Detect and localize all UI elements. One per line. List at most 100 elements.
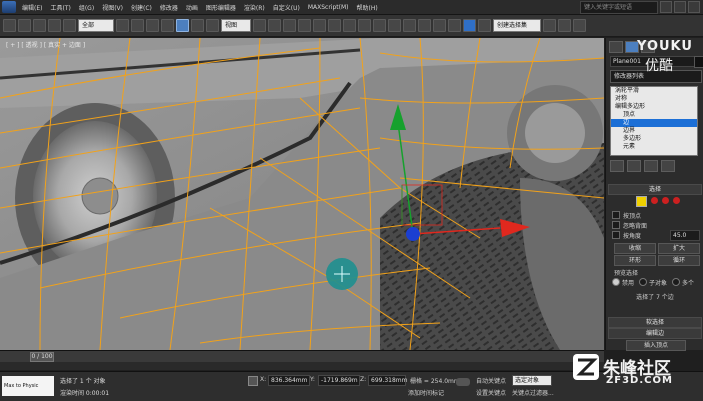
menu-create[interactable]: 创建(C) xyxy=(131,3,152,12)
stack-item[interactable]: 边界 xyxy=(611,127,697,135)
bind-spacewarp-icon[interactable] xyxy=(63,19,76,32)
selection-rollout-title[interactable]: 选择 xyxy=(608,184,702,195)
grow-button[interactable]: 扩大 xyxy=(658,243,700,254)
border-level-icon[interactable] xyxy=(662,197,669,204)
polygon-level-icon[interactable] xyxy=(673,197,680,204)
select-move-icon[interactable] xyxy=(176,19,189,32)
menu-tools[interactable]: 工具(T) xyxy=(50,3,70,12)
angle-field[interactable]: 45.0 xyxy=(670,229,700,241)
preview-multi-radio[interactable] xyxy=(672,278,681,286)
schematic-view-icon[interactable] xyxy=(448,19,461,32)
loop-button[interactable]: 循环 xyxy=(658,255,700,266)
preview-subobj-radio[interactable] xyxy=(639,278,648,286)
auto-key-button[interactable]: 自动关键点 xyxy=(476,376,506,385)
ignore-backfacing-row[interactable]: 忽略背面 xyxy=(612,220,647,230)
y-coordinate-field[interactable]: -1719.869m xyxy=(318,375,360,386)
undo-icon[interactable] xyxy=(3,19,16,32)
shrink-button[interactable]: 收缩 xyxy=(614,243,656,254)
snap-toggle-icon[interactable] xyxy=(298,19,311,32)
by-angle-row[interactable]: 按角度 45.0 xyxy=(612,229,700,241)
menu-group[interactable]: 组(G) xyxy=(79,3,94,12)
show-end-result-icon[interactable] xyxy=(627,160,641,172)
make-unique-icon[interactable] xyxy=(644,160,658,172)
stack-item[interactable]: 对称 xyxy=(611,95,697,103)
stack-item[interactable]: 编辑多边形 xyxy=(611,103,697,111)
time-slider[interactable]: 0 / 100 xyxy=(0,350,604,362)
render-production-icon[interactable] xyxy=(558,19,571,32)
modifier-stack[interactable]: 涡轮平滑 对称 编辑多边形 顶点 边 边界 多边形 元素 xyxy=(610,86,698,156)
redo-icon[interactable] xyxy=(18,19,31,32)
x-coordinate-field[interactable]: 836.364mm xyxy=(268,375,310,386)
stack-item[interactable]: 元素 xyxy=(611,143,697,151)
menu-edit[interactable]: 编辑(E) xyxy=(22,3,42,12)
maxscript-listener[interactable]: Max to Physic xyxy=(2,376,54,396)
ring-button[interactable]: 环形 xyxy=(614,255,656,266)
z-coordinate-field[interactable]: 699.318mm xyxy=(368,375,408,386)
unlink-icon[interactable] xyxy=(48,19,61,32)
layer-manager-icon[interactable] xyxy=(403,19,416,32)
by-vertex-row[interactable]: 按顶点 xyxy=(612,210,641,220)
search-input[interactable]: 键入关键字或短语 xyxy=(580,0,658,14)
selection-filter-dropdown[interactable]: 全部 xyxy=(78,19,114,32)
menu-modifiers[interactable]: 修改器 xyxy=(160,3,178,12)
key-filters-button[interactable]: 关键点过滤器... xyxy=(512,388,554,397)
render-setup-icon[interactable] xyxy=(478,19,491,32)
vertex-level-icon[interactable] xyxy=(651,197,658,204)
viewport-label[interactable]: [ + ] [ 透视 ] [ 真实 + 边面 ] xyxy=(6,40,85,49)
add-time-tag-button[interactable]: 添加时间标记 xyxy=(408,388,444,397)
close-icon[interactable] xyxy=(688,1,700,13)
selection-set-dropdown[interactable]: 创建选择集 xyxy=(493,19,541,32)
select-by-name-icon[interactable] xyxy=(131,19,144,32)
app-logo-icon[interactable] xyxy=(2,1,16,13)
edit-edges-rollout[interactable]: 编辑边 xyxy=(608,328,702,339)
ignore-backfacing-checkbox[interactable] xyxy=(612,221,620,229)
menu-view[interactable]: 视图(V) xyxy=(102,3,123,12)
stack-item-selected[interactable]: 边 xyxy=(611,119,697,127)
object-color-swatch[interactable] xyxy=(694,56,703,68)
key-mode-icon[interactable] xyxy=(456,378,470,386)
stack-item[interactable]: 涡轮平滑 xyxy=(611,87,697,95)
render-frame-icon[interactable] xyxy=(543,19,556,32)
insert-vertex-button[interactable]: 插入顶点 xyxy=(626,340,686,351)
edit-named-sets-icon[interactable] xyxy=(358,19,371,32)
preview-off-radio[interactable] xyxy=(612,278,620,286)
curve-editor-icon[interactable] xyxy=(433,19,446,32)
mirror-icon[interactable] xyxy=(373,19,386,32)
select-scale-icon[interactable] xyxy=(206,19,219,32)
edge-level-icon[interactable] xyxy=(636,196,647,207)
percent-snap-icon[interactable] xyxy=(328,19,341,32)
by-angle-checkbox[interactable] xyxy=(612,231,620,239)
select-rotate-icon[interactable] xyxy=(191,19,204,32)
angle-snap-icon[interactable] xyxy=(313,19,326,32)
time-slider-thumb[interactable]: 0 / 100 xyxy=(30,352,54,362)
menu-customize[interactable]: 自定义(U) xyxy=(273,3,300,12)
by-vertex-checkbox[interactable] xyxy=(612,211,620,219)
spinner-snap-icon[interactable] xyxy=(343,19,356,32)
align-icon[interactable] xyxy=(388,19,401,32)
link-icon[interactable] xyxy=(33,19,46,32)
remove-modifier-icon[interactable] xyxy=(661,160,675,172)
minimize-icon[interactable] xyxy=(660,1,672,13)
menu-maxscript[interactable]: MAXScript(M) xyxy=(308,4,349,11)
pivot-center-icon[interactable] xyxy=(253,19,266,32)
material-editor-icon[interactable] xyxy=(463,19,476,32)
rect-selection-icon[interactable] xyxy=(146,19,159,32)
menu-rendering[interactable]: 渲染(R) xyxy=(244,3,265,12)
pin-stack-icon[interactable] xyxy=(610,160,624,172)
lock-selection-icon[interactable] xyxy=(248,376,258,386)
stack-item[interactable]: 多边形 xyxy=(611,135,697,143)
render-iterative-icon[interactable] xyxy=(573,19,586,32)
set-key-button[interactable]: 设置关键点 xyxy=(476,388,506,397)
create-tab-icon[interactable] xyxy=(609,41,623,53)
soft-selection-rollout[interactable]: 软选择 xyxy=(608,317,702,328)
ref-coord-dropdown[interactable]: 视图 xyxy=(221,19,251,32)
stack-item[interactable]: 顶点 xyxy=(611,111,697,119)
select-object-icon[interactable] xyxy=(116,19,129,32)
menu-graph-editors[interactable]: 图形编辑器 xyxy=(206,3,236,12)
menu-animation[interactable]: 动画 xyxy=(186,3,198,12)
perspective-viewport[interactable]: [ + ] [ 透视 ] [ 真实 + 边面 ] xyxy=(0,38,604,350)
track-bar[interactable] xyxy=(0,362,604,370)
key-filter-dropdown[interactable]: 选定对象 xyxy=(512,375,552,386)
select-manipulate-icon[interactable] xyxy=(268,19,281,32)
graphite-toggle-icon[interactable] xyxy=(418,19,431,32)
